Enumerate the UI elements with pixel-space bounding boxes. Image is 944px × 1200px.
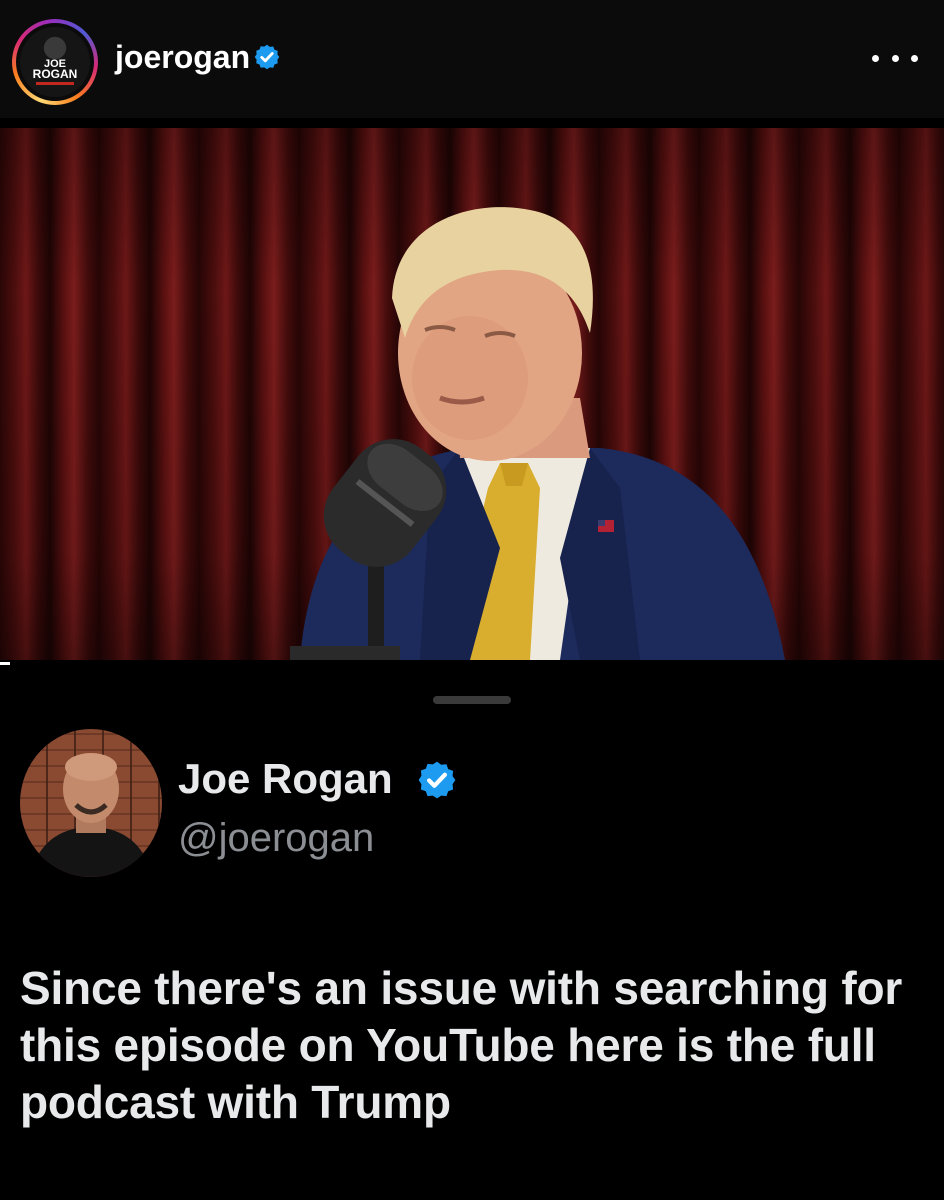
profile-avatar[interactable]: JOE ROGAN	[20, 27, 90, 97]
verified-badge-icon	[418, 761, 456, 799]
more-dot-icon	[911, 54, 918, 62]
avatar-portrait	[30, 753, 152, 877]
username-link[interactable]: joerogan	[115, 37, 250, 77]
more-dot-icon	[891, 54, 899, 62]
avatar-logo-line2: ROGAN	[32, 67, 78, 81]
tweet-handle[interactable]: @joerogan	[178, 815, 374, 861]
tweet-display-name[interactable]: Joe Rogan	[178, 755, 393, 803]
story-ring[interactable]: JOE ROGAN	[12, 19, 98, 105]
story-ring-inner: JOE ROGAN	[16, 23, 94, 101]
more-dot-icon	[872, 54, 879, 62]
video-player[interactable]	[0, 128, 944, 660]
sheet-drag-handle[interactable]	[433, 696, 511, 704]
avatar-logo-accent	[36, 82, 74, 85]
video-progress-indicator[interactable]	[0, 662, 10, 665]
video-frame-image	[290, 207, 785, 660]
post-header: JOE ROGAN joerogan	[0, 0, 944, 118]
tweet-text: Since there's an issue with searching fo…	[20, 962, 903, 1128]
tweet-author-avatar[interactable]	[20, 729, 162, 877]
more-options-button[interactable]	[872, 42, 918, 74]
verified-badge-icon	[254, 44, 280, 70]
